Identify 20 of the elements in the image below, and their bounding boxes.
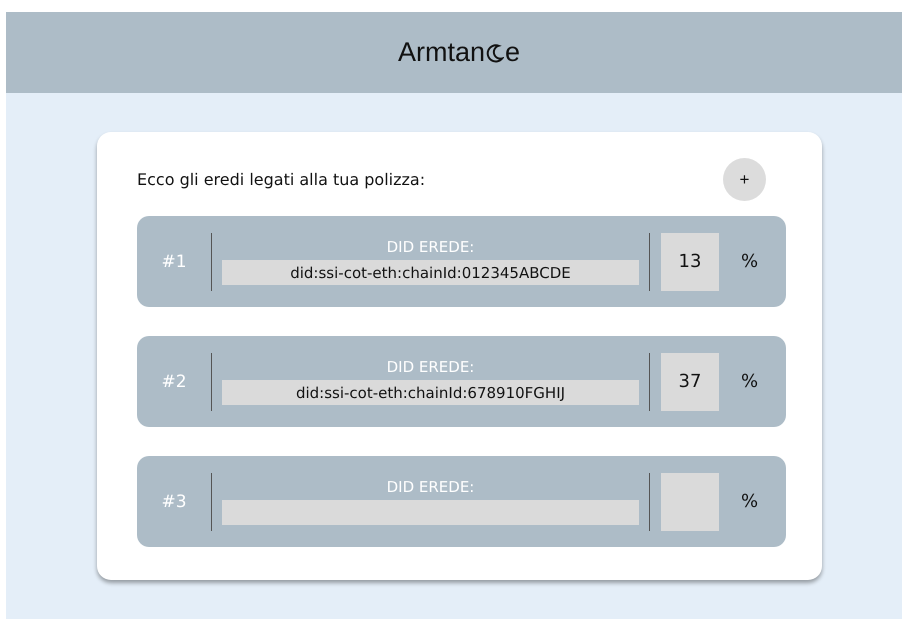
did-field[interactable]: did:ssi-cot-eth:chainId:678910FGHIJ bbox=[222, 380, 639, 405]
heir-number: #2 bbox=[160, 372, 188, 392]
percent-sign: % bbox=[741, 371, 758, 392]
percent-field[interactable] bbox=[661, 472, 719, 530]
did-label: DID EREDE: bbox=[386, 358, 474, 376]
logo-text: e bbox=[505, 37, 520, 68]
heir-number: #1 bbox=[160, 252, 188, 272]
percent-field[interactable]: 13 bbox=[661, 232, 719, 290]
add-button[interactable]: + bbox=[723, 158, 766, 201]
did-label: DID EREDE: bbox=[386, 238, 474, 256]
intro-text: Ecco gli eredi legati alla tua polizza: bbox=[137, 170, 426, 189]
percent-sign: % bbox=[741, 251, 758, 272]
percent-field[interactable]: 37 bbox=[661, 352, 719, 410]
did-field[interactable]: did:ssi-cot-eth:chainId:012345ABCDE bbox=[222, 260, 639, 285]
logo-text: Armtan bbox=[398, 37, 485, 68]
moon-icon bbox=[486, 42, 504, 64]
heir-number: #3 bbox=[160, 492, 188, 512]
did-label: DID EREDE: bbox=[386, 478, 474, 496]
did-field[interactable] bbox=[222, 500, 639, 525]
percent-sign: % bbox=[741, 491, 758, 512]
